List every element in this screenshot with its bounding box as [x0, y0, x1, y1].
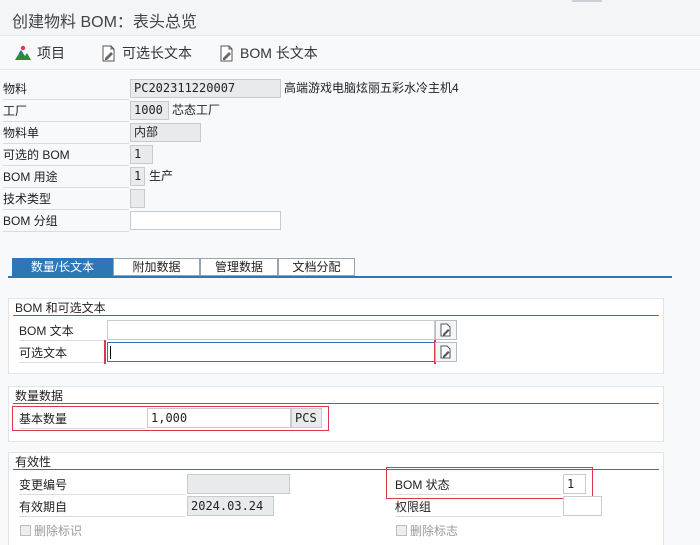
- material-row: 物料 PC202311220007 高端游戏电脑炫丽五彩水冷主机4: [0, 79, 700, 101]
- tab-underline: [8, 276, 672, 278]
- valid-from-label: 有效期自: [19, 497, 185, 517]
- highlight-base-qty: [12, 406, 329, 431]
- deletion-flag-right-checkbox[interactable]: 删除标志: [396, 522, 458, 539]
- auth-group-label: 权限组: [395, 497, 561, 517]
- checkbox-box: [396, 525, 407, 536]
- deletion-flag-left-label: 删除标识: [34, 524, 83, 538]
- valid-from-input[interactable]: 2024.03.24: [187, 496, 274, 516]
- bom-usage-description: 生产: [149, 169, 174, 183]
- change-no-input[interactable]: [187, 474, 290, 494]
- material-label: 物料: [3, 79, 129, 100]
- deletion-flag-left-checkbox[interactable]: 删除标识: [20, 522, 82, 539]
- items-button-label: 项目: [37, 45, 65, 61]
- alt-bom-label: 可选的 BOM: [3, 145, 129, 166]
- plant-label: 工厂: [3, 101, 129, 122]
- material-list-field[interactable]: 内部: [130, 123, 201, 142]
- edit-icon: [440, 345, 451, 359]
- bom-text-edit-button[interactable]: [435, 320, 457, 340]
- bom-long-text-label: BOM 长文本: [240, 45, 318, 61]
- group-divider: [13, 403, 659, 404]
- deletion-flag-right-label: 删除标志: [410, 524, 459, 538]
- tech-type-row: 技术类型: [0, 189, 700, 211]
- material-field[interactable]: PC202311220007: [130, 79, 281, 98]
- highlight-bom-status: [386, 467, 593, 499]
- material-list-row: 物料单 内部: [0, 123, 700, 145]
- validity-group: 有效性 变更编号 有效期自 2024.03.24 删除标识 BOM 状态 1 权…: [8, 452, 664, 545]
- tech-type-label: 技术类型: [3, 189, 129, 210]
- bom-text-group: BOM 和可选文本 BOM 文本 可选文本: [8, 298, 664, 374]
- quantity-group-title: 数量数据: [15, 389, 64, 403]
- plant-row: 工厂 1000 芯态工厂: [0, 101, 700, 123]
- edit-icon: [440, 323, 451, 337]
- bom-usage-field[interactable]: 1: [130, 167, 145, 186]
- alt-text-label: 可选文本: [19, 343, 105, 363]
- toolbar: 项目 可选长文本 BOM 长文本: [0, 36, 700, 70]
- group-divider: [13, 315, 659, 316]
- tab-document-assignment[interactable]: 文档分配: [278, 258, 355, 276]
- bom-text-input[interactable]: [107, 320, 435, 340]
- plant-field[interactable]: 1000: [130, 101, 169, 120]
- bom-group-label: BOM 分组: [3, 211, 129, 232]
- bom-text-group-title: BOM 和可选文本: [15, 301, 106, 315]
- title-bar-divider: [572, 0, 602, 2]
- alt-text-edit-button[interactable]: [435, 342, 457, 362]
- tech-type-field[interactable]: [130, 189, 145, 208]
- bom-group-row: BOM 分组: [0, 211, 700, 233]
- page-title: 创建物料 BOM：表头总览: [12, 14, 197, 31]
- alt-bom-field[interactable]: 1: [130, 145, 153, 164]
- checkbox-box: [20, 525, 31, 536]
- plant-description: 芯态工厂: [172, 103, 221, 117]
- alt-long-text-label: 可选长文本: [122, 45, 192, 61]
- document-edit-icon: [102, 45, 115, 61]
- tab-additional-data[interactable]: 附加数据: [113, 258, 200, 276]
- tab-admin-data[interactable]: 管理数据: [200, 258, 278, 276]
- bom-text-label: BOM 文本: [19, 321, 105, 341]
- document-edit-icon: [220, 45, 233, 61]
- quantity-group: 数量数据 基本数量 1,000 PCS: [8, 386, 664, 442]
- alt-bom-row: 可选的 BOM 1: [0, 145, 700, 167]
- bom-long-text-button[interactable]: BOM 长文本: [219, 43, 318, 63]
- alt-long-text-button[interactable]: 可选长文本: [101, 43, 192, 63]
- material-description: 高端游戏电脑炫丽五彩水冷主机4: [284, 81, 459, 95]
- validity-group-title: 有效性: [15, 455, 52, 469]
- highlight-alt-text: [104, 340, 436, 364]
- material-list-label: 物料单: [3, 123, 129, 144]
- bom-usage-row: BOM 用途 1 生产: [0, 167, 700, 189]
- bom-group-field[interactable]: [130, 211, 281, 230]
- items-button[interactable]: 项目: [14, 43, 65, 63]
- title-bar: 创建物料 BOM：表头总览: [0, 0, 700, 36]
- bom-usage-label: BOM 用途: [3, 167, 129, 188]
- change-no-label: 变更编号: [19, 475, 185, 495]
- mountain-icon: [15, 45, 31, 60]
- auth-group-input[interactable]: [563, 496, 602, 516]
- tab-quantity-long-text[interactable]: 数量/长文本: [12, 258, 113, 276]
